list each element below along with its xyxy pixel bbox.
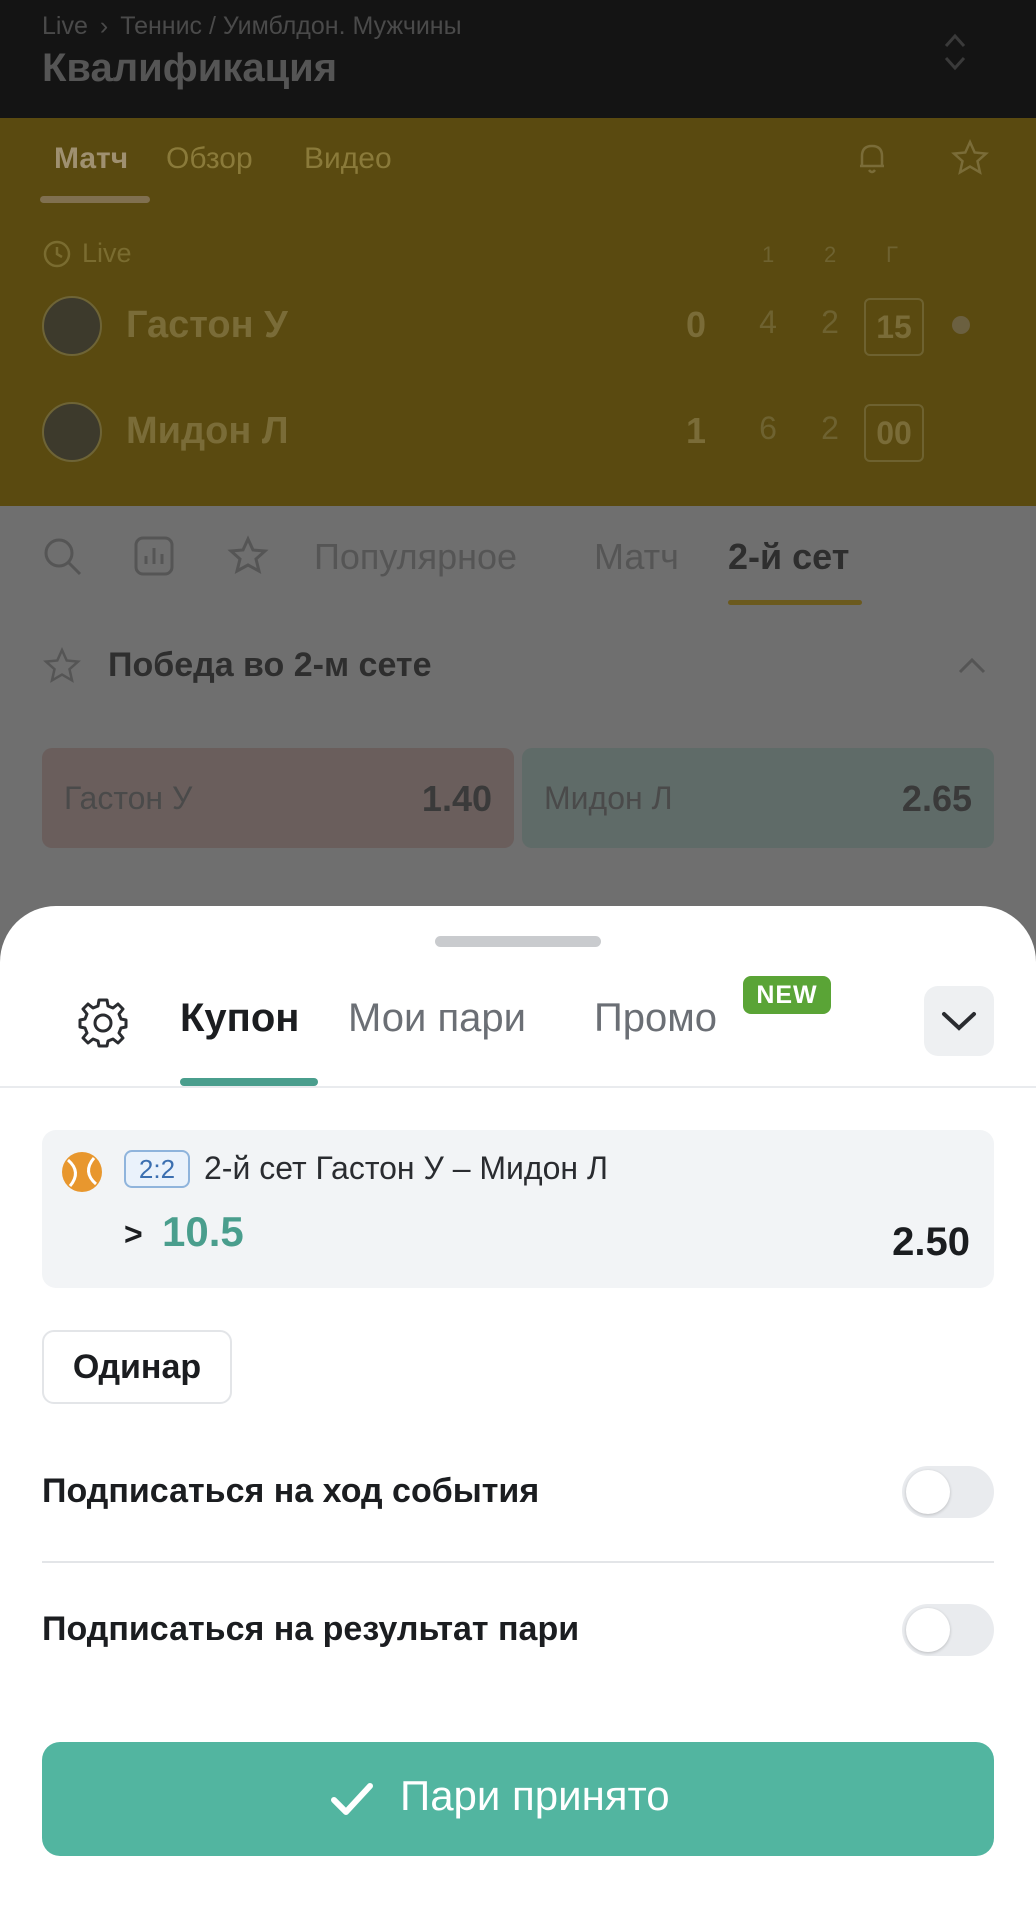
tab-popular[interactable]: Популярное <box>314 536 517 578</box>
market-title: Победа во 2-м сете <box>108 646 432 684</box>
coupon-sheet: Купон Мои пари Промо NEW 2:2 2-й сет Гас… <box>0 906 1036 1920</box>
chevron-up-icon[interactable] <box>952 650 992 680</box>
tab-match[interactable]: Матч <box>54 142 128 176</box>
toggle-knob <box>906 1470 950 1514</box>
star-icon[interactable] <box>226 534 270 578</box>
subscribe-result-row: Подписаться на результат пари <box>42 1594 994 1664</box>
tab-overview[interactable]: Обзор <box>166 142 253 176</box>
set-2-score: 2 <box>821 410 839 446</box>
tab-match-markets[interactable]: Матч <box>594 536 679 578</box>
tab-video[interactable]: Видео <box>304 142 392 176</box>
subscribe-event-toggle[interactable] <box>902 1466 994 1518</box>
tab-second-set-underline <box>728 600 862 605</box>
bet-type-chip[interactable]: Одинар <box>42 1330 232 1404</box>
tab-promo[interactable]: Промо <box>594 996 717 1041</box>
collapse-sheet-button[interactable] <box>924 986 994 1056</box>
search-icon[interactable] <box>40 534 84 578</box>
player-row: Мидон Л 1 6 2 00 <box>42 402 1002 462</box>
odd-value: 2.65 <box>901 778 972 819</box>
odd-label: Мидон Л <box>544 780 673 816</box>
live-label: Live <box>82 238 132 268</box>
live-indicator: Live <box>42 238 132 269</box>
set-2-score: 2 <box>821 304 839 340</box>
breadcrumb-tournament[interactable]: Теннис / Уимблдон. Мужчины <box>120 12 461 41</box>
odd-button[interactable]: Гастон У 1.40 <box>42 748 514 848</box>
bet-card[interactable]: 2:2 2-й сет Гастон У – Мидон Л > 10.5 2.… <box>42 1130 994 1288</box>
subscribe-result-label: Подписаться на результат пари <box>42 1610 580 1648</box>
subscribe-event-label: Подписаться на ход события <box>42 1472 540 1510</box>
bet-accepted-label: Пари принято <box>400 1772 670 1819</box>
game-header: Г <box>886 242 898 267</box>
bet-event-title: 2-й сет Гастон У – Мидон Л <box>204 1150 608 1186</box>
tabs-divider <box>0 1086 1036 1088</box>
tab-coupon[interactable]: Купон <box>180 996 299 1041</box>
set-1-score: 4 <box>759 304 777 340</box>
breadcrumb-live[interactable]: Live <box>42 12 88 41</box>
tab-my-bets[interactable]: Мои пари <box>348 996 526 1041</box>
tennis-ball-icon <box>62 1152 102 1192</box>
match-tabs: Матч Обзор Видео <box>0 118 1036 208</box>
sets-score: 0 <box>685 304 707 345</box>
toggle-knob <box>906 1608 950 1652</box>
top-header: Live › Теннис / Уимблдон. Мужчины Квалиф… <box>0 0 1036 118</box>
chevron-right-icon: › <box>99 12 109 40</box>
live-score-chip: 2:2 <box>124 1150 190 1188</box>
player-name: Гастон У <box>126 304 288 346</box>
game-score: 15 <box>864 298 924 356</box>
set-1-score: 6 <box>759 410 777 446</box>
odd-label: Гастон У <box>64 780 193 816</box>
sort-arrows-icon[interactable] <box>938 30 972 74</box>
favorite-star-icon[interactable] <box>950 138 990 178</box>
star-icon[interactable] <box>42 646 82 686</box>
set-2-header: 2 <box>824 242 837 267</box>
new-badge: NEW <box>743 976 831 1014</box>
drag-handle[interactable] <box>435 936 601 947</box>
market-tabs: Популярное Матч 2-й сет <box>0 506 1036 606</box>
serve-indicator <box>952 316 970 334</box>
avatar <box>42 296 102 356</box>
avatar <box>42 402 102 462</box>
bell-icon[interactable] <box>852 138 892 178</box>
odd-button[interactable]: Мидон Л 2.65 <box>522 748 994 848</box>
set-1-header: 1 <box>762 242 775 267</box>
tab-match-underline <box>40 196 150 203</box>
bet-selection-value: 10.5 <box>162 1208 244 1255</box>
player-name: Мидон Л <box>126 410 289 452</box>
bet-selection-prefix: > <box>124 1216 143 1252</box>
match-scoreboard: Матч Обзор Видео Live 1 2 Г Гастон У 0 4… <box>0 118 1036 506</box>
chevron-down-icon <box>942 1012 976 1031</box>
gear-icon[interactable] <box>76 996 130 1050</box>
subscribe-event-row: Подписаться на ход события <box>42 1456 994 1526</box>
subscribe-result-toggle[interactable] <box>902 1604 994 1656</box>
clock-icon <box>43 240 71 267</box>
market-section: Победа во 2-м сете Гастон У 1.40 Мидон Л… <box>0 606 1036 906</box>
checkmark-icon <box>331 1783 373 1815</box>
tab-coupon-underline <box>180 1078 318 1086</box>
row-divider <box>42 1561 994 1563</box>
bet-accepted-button[interactable]: Пари принято <box>42 1742 994 1856</box>
player-row: Гастон У 0 4 2 15 <box>42 296 1002 356</box>
sets-score: 1 <box>685 410 707 451</box>
stats-icon[interactable] <box>132 534 176 578</box>
breadcrumb: Live › Теннис / Уимблдон. Мужчины <box>42 12 462 41</box>
tab-second-set[interactable]: 2-й сет <box>728 536 849 578</box>
bet-odd: 2.50 <box>892 1220 970 1264</box>
game-score: 00 <box>864 404 924 462</box>
odd-value: 1.40 <box>421 778 492 819</box>
page-title: Квалификация <box>42 46 338 90</box>
